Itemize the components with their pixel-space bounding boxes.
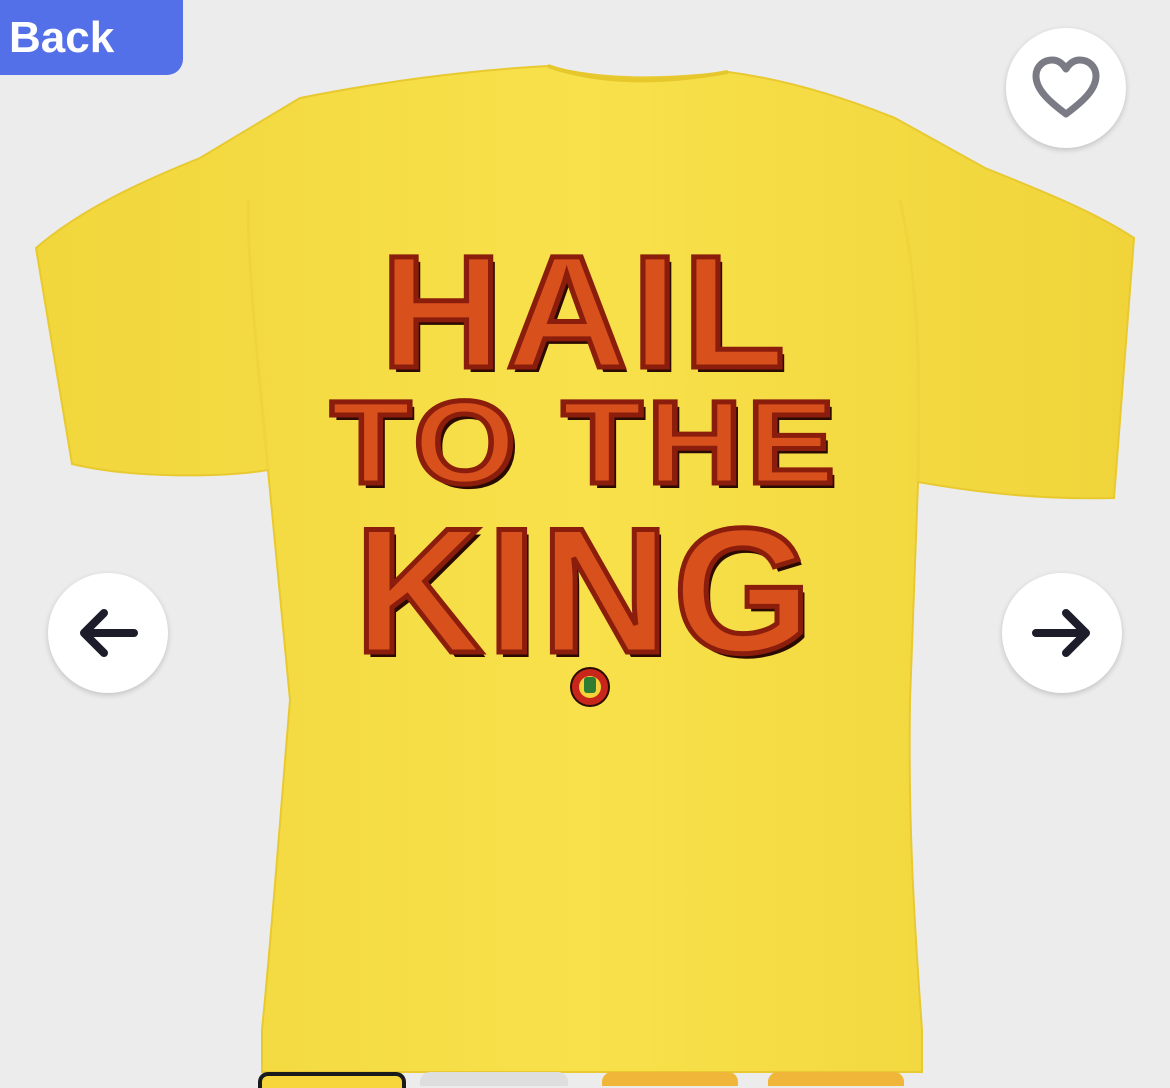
thumbnail-strip — [0, 1068, 1170, 1088]
favorite-button[interactable] — [1006, 28, 1126, 148]
thumbnail[interactable] — [602, 1072, 738, 1086]
thumbnail-selected[interactable] — [258, 1072, 406, 1088]
next-image-button[interactable] — [1002, 573, 1122, 693]
thumbnail[interactable] — [420, 1072, 568, 1086]
arrow-right-icon — [1032, 609, 1090, 657]
heart-icon — [1032, 56, 1100, 118]
back-button[interactable]: Back — [0, 0, 183, 75]
design-text-line-3: KING — [352, 489, 816, 693]
product-image-viewer: HAIL TO THE KING Back — [0, 0, 1170, 1088]
previous-image-button[interactable] — [48, 573, 168, 693]
thumbnail[interactable] — [768, 1072, 904, 1086]
arrow-left-icon — [80, 609, 138, 657]
design-logo-icon — [570, 667, 610, 707]
